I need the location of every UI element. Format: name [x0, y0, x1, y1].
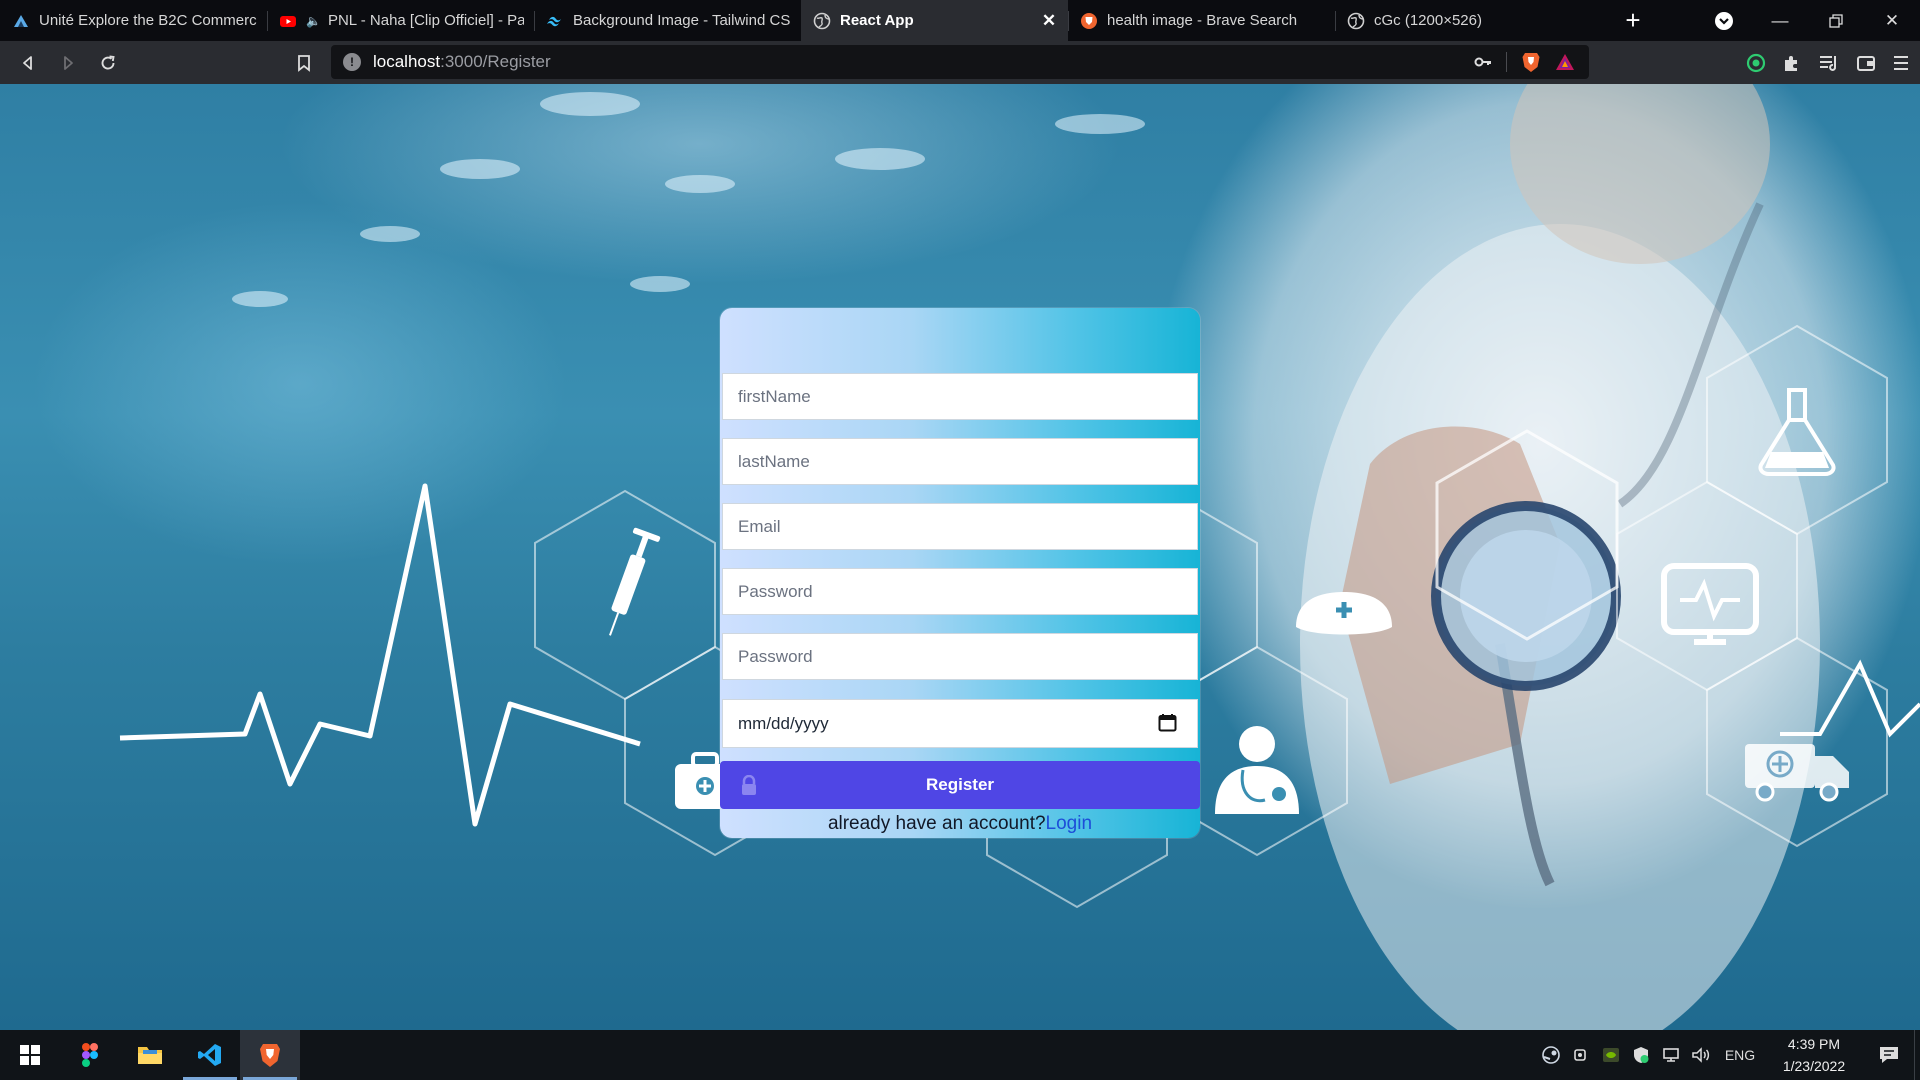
globe-icon	[1347, 12, 1365, 30]
tab-title: Unité Explore the B2C Commerce	[39, 12, 257, 29]
back-button[interactable]	[8, 41, 48, 84]
url-path: :3000/Register	[440, 52, 551, 71]
forward-icon	[64, 55, 73, 70]
youtube-icon	[279, 12, 297, 30]
register-button-label: Register	[925, 775, 995, 794]
url-host: localhost	[373, 52, 441, 71]
restore-icon	[1829, 13, 1843, 28]
register-form-card: firstName lastName Email Password Passwo…	[720, 308, 1200, 838]
trailhead-icon	[12, 12, 30, 30]
first-name-placeholder: firstName	[738, 386, 811, 406]
file-explorer-taskbar-button[interactable]	[120, 1030, 180, 1080]
lock-icon	[742, 775, 756, 795]
speaker-icon[interactable]: 🔈	[306, 14, 321, 28]
login-prompt: already have an account? Login	[720, 809, 1200, 838]
tab-trailhead[interactable]: Unité Explore the B2C Commerce	[0, 0, 267, 41]
globe-icon	[813, 12, 831, 30]
close-tab-icon[interactable]: ✕	[1040, 11, 1058, 31]
tab-title: cGc (1200×526)	[1374, 12, 1482, 29]
extensions-puzzle-icon[interactable]	[1782, 53, 1802, 73]
tab-search-button[interactable]	[1696, 0, 1752, 41]
network-tray-icon[interactable]	[1656, 1047, 1686, 1063]
taskbar-clock[interactable]: 4:39 PM 1/23/2022	[1764, 1033, 1864, 1077]
first-name-input[interactable]: firstName	[722, 373, 1198, 420]
divider	[1506, 52, 1507, 72]
extension-toolbar	[1746, 41, 1910, 84]
camera-tray-icon[interactable]	[1566, 1047, 1596, 1063]
register-button[interactable]: Register	[720, 761, 1200, 809]
chevron-down-icon	[1715, 11, 1733, 30]
calendar-icon[interactable]	[1158, 713, 1177, 732]
new-tab-button[interactable]: +	[1610, 0, 1656, 41]
last-name-input[interactable]: lastName	[722, 438, 1198, 485]
reload-icon	[101, 55, 115, 69]
tab-title: PNL - Naha [Clip Officiel] - Pa	[327, 12, 524, 29]
steam-tray-icon[interactable]	[1536, 1046, 1566, 1064]
tab-image-cgc[interactable]: cGc (1200×526)	[1335, 0, 1602, 41]
vscode-taskbar-button[interactable]	[180, 1030, 240, 1080]
window-controls: — ✕	[1696, 0, 1920, 41]
show-desktop-button[interactable]	[1914, 1030, 1920, 1080]
key-icon[interactable]	[1474, 56, 1492, 68]
windows-logo-icon	[20, 1045, 40, 1065]
password-placeholder: Password	[738, 581, 813, 601]
playlist-icon[interactable]	[1818, 53, 1840, 73]
clock-time: 4:39 PM	[1787, 1036, 1841, 1052]
windows-taskbar: ENG 4:39 PM 1/23/2022	[0, 1030, 1920, 1080]
tailwind-icon	[546, 12, 564, 30]
vpn-extension-icon[interactable]	[1746, 53, 1766, 73]
nvidia-tray-icon[interactable]	[1596, 1047, 1626, 1063]
windows-start-button[interactable]	[0, 1030, 60, 1080]
figma-icon	[82, 1043, 98, 1067]
email-input[interactable]: Email	[722, 503, 1198, 550]
brave-icon	[260, 1044, 280, 1067]
forward-button[interactable]	[48, 41, 88, 84]
date-of-birth-input[interactable]: mm/dd/yyyy	[722, 699, 1198, 748]
restore-button[interactable]	[1808, 0, 1864, 41]
login-prompt-text: already have an account?	[827, 812, 1046, 834]
tab-title: Background Image - Tailwind CSS	[573, 12, 791, 29]
page-viewport: firstName lastName Email Password Passwo…	[0, 84, 1920, 1030]
bookmark-button[interactable]	[284, 41, 324, 84]
date-placeholder: mm/dd/yyyy	[738, 713, 829, 733]
notification-icon	[1880, 1047, 1898, 1063]
tab-tailwind[interactable]: Background Image - Tailwind CSS	[534, 0, 801, 41]
folder-icon	[138, 1047, 162, 1064]
wallet-icon[interactable]	[1856, 53, 1876, 73]
last-name-placeholder: lastName	[738, 451, 810, 471]
minimize-button[interactable]: —	[1752, 0, 1808, 41]
password-input[interactable]: Password	[722, 568, 1198, 615]
login-link[interactable]: Login	[1046, 813, 1093, 835]
brave-shields-icon[interactable]	[1521, 51, 1541, 73]
site-info-icon[interactable]: !	[343, 53, 361, 71]
bookmark-icon	[298, 54, 310, 72]
tab-title: health image - Brave Search	[1107, 12, 1298, 29]
tab-brave-search[interactable]: health image - Brave Search	[1068, 0, 1335, 41]
clock-date: 1/23/2022	[1782, 1058, 1846, 1074]
address-bar[interactable]: ! localhost :3000/Register	[331, 45, 1589, 79]
email-placeholder: Email	[738, 516, 781, 536]
security-tray-icon[interactable]	[1626, 1046, 1656, 1064]
tab-react-app[interactable]: React App ✕	[801, 0, 1068, 41]
reload-button[interactable]	[88, 41, 128, 84]
tab-youtube[interactable]: 🔈 PNL - Naha [Clip Officiel] - Pa	[267, 0, 534, 41]
tab-title: React App	[840, 12, 914, 29]
confirm-password-placeholder: Password	[738, 646, 813, 666]
system-tray: ENG 4:39 PM 1/23/2022	[1536, 1030, 1920, 1080]
volume-tray-icon[interactable]	[1686, 1047, 1716, 1063]
browser-tab-strip: Unité Explore the B2C Commerce 🔈 PNL - N…	[0, 0, 1920, 41]
brave-rewards-icon[interactable]	[1555, 52, 1575, 72]
notification-center-button[interactable]	[1864, 1046, 1914, 1064]
browser-toolbar: ! localhost :3000/Register	[0, 41, 1920, 84]
menu-icon[interactable]	[1892, 54, 1910, 72]
vscode-icon	[198, 1044, 221, 1066]
brave-search-icon	[1080, 12, 1098, 30]
confirm-password-input[interactable]: Password	[722, 633, 1198, 680]
language-indicator[interactable]: ENG	[1716, 1047, 1764, 1063]
close-window-button[interactable]: ✕	[1864, 0, 1920, 41]
back-icon	[23, 55, 32, 70]
figma-taskbar-button[interactable]	[60, 1030, 120, 1080]
brave-taskbar-button[interactable]	[240, 1030, 300, 1080]
